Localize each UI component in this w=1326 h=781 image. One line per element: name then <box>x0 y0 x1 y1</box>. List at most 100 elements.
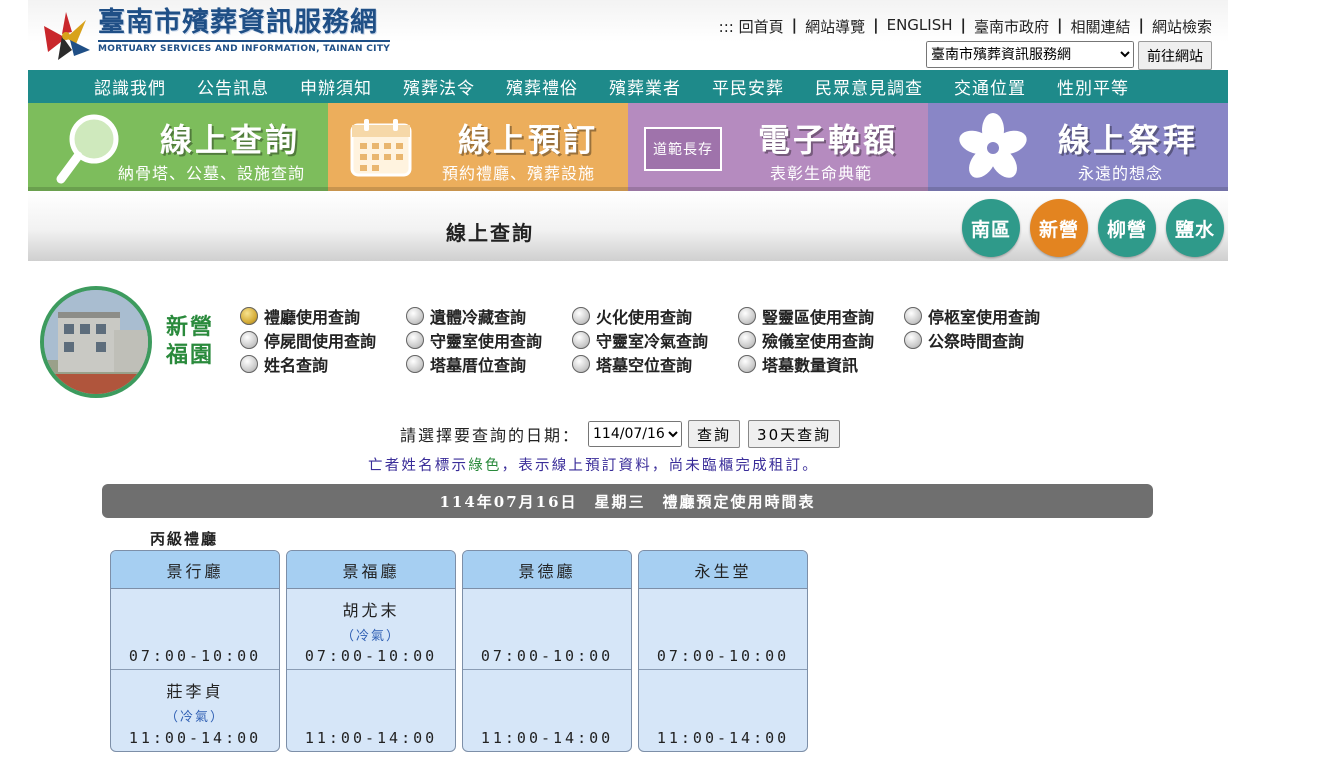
radio-button-icon <box>738 355 756 373</box>
radio-tomb-position[interactable]: 塔墓厝位查詢 <box>406 354 572 375</box>
radio-name-query[interactable]: 姓名查詢 <box>240 354 406 375</box>
hall-grade-label: 丙級禮廳 <box>150 530 219 548</box>
radio-button-icon <box>572 331 590 349</box>
nav-item-laws[interactable]: 殯葬法令 <box>403 74 475 99</box>
top-link-city-gov[interactable]: 臺南市政府 <box>974 16 1049 37</box>
slot-time: 11:00-14:00 <box>304 729 438 747</box>
slot-aircon: （冷氣） <box>340 629 401 644</box>
facility-name: 新營 福園 <box>166 314 220 370</box>
main-nav: 認識我們 公告訊息 申辦須知 殯葬法令 殯葬禮俗 殯葬業者 平民安葬 民眾意見調… <box>28 70 1228 103</box>
slot-time: 11:00-14:00 <box>480 729 614 747</box>
site-logo[interactable]: 臺南市殯葬資訊服務網 MORTUARY SERVICES AND INFORMA… <box>36 6 391 64</box>
notice-text: ，表示線上預訂資料，尚未臨櫃完成租訂。 <box>501 458 819 474</box>
page-shell: 臺南市殯葬資訊服務網 MORTUARY SERVICES AND INFORMA… <box>28 0 1228 261</box>
radio-button-icon <box>738 331 756 349</box>
radio-button-icon <box>904 307 922 325</box>
radio-body-cold-storage[interactable]: 遺體冷藏查詢 <box>406 306 572 327</box>
time-slot: 07:00-10:00 <box>463 589 631 670</box>
top-link-related[interactable]: 相關連結 <box>1070 16 1130 37</box>
hall-card: 景行廳 07:00-10:00 莊李貞 （冷氣） 11:00-14:00 <box>110 550 280 752</box>
radio-label: 豎靈區使用查詢 <box>762 308 875 327</box>
radio-button-icon <box>572 355 590 373</box>
radio-vigil-room-usage[interactable]: 守靈室使用查詢 <box>406 330 572 351</box>
radio-morgue-usage[interactable]: 停屍間使用查詢 <box>240 330 406 351</box>
top-link-search[interactable]: 網站檢索 <box>1152 16 1212 37</box>
tile-online-query[interactable]: 線上查詢 納骨塔、公墓、設施查詢 <box>28 103 328 191</box>
radio-coffin-room-usage[interactable]: 停柩室使用查詢 <box>904 306 1064 327</box>
slot-time: 07:00-10:00 <box>128 647 262 665</box>
nav-item-vendors[interactable]: 殯葬業者 <box>609 74 681 99</box>
plaque-icon: 道範長存 <box>644 127 722 171</box>
top-link-home[interactable]: ::: 回首頁 <box>719 16 784 37</box>
time-slot: 胡尤末 （冷氣） 07:00-10:00 <box>287 589 455 670</box>
tile-online-worship[interactable]: 線上祭拜 永遠的想念 <box>928 103 1228 191</box>
tile-title: 電子輓額 <box>758 121 899 159</box>
site-select[interactable]: 臺南市殯葬資訊服務網 <box>926 41 1134 68</box>
page-title-bar: 線上查詢 南區 新營 柳營 鹽水 <box>28 191 1228 261</box>
region-button-liuying[interactable]: 柳營 <box>1098 199 1156 257</box>
region-button-yanshui[interactable]: 鹽水 <box>1166 199 1224 257</box>
nav-item-traffic[interactable]: 交通位置 <box>954 74 1026 99</box>
nav-item-about[interactable]: 認識我們 <box>94 74 166 99</box>
top-link-separator: | <box>960 16 966 34</box>
notice-text: 亡者姓名標示 <box>368 458 469 474</box>
top-link-english[interactable]: ENGLISH <box>887 16 953 37</box>
tile-subtitle: 永遠的想念 <box>1078 164 1164 183</box>
time-slot: 07:00-10:00 <box>111 589 279 670</box>
hall-card: 景德廳 07:00-10:00 11:00-14:00 <box>462 550 632 752</box>
tile-e-plaque[interactable]: 道範長存 電子輓額 表彰生命典範 <box>628 103 928 191</box>
date-query-label: 請選擇要查詢的日期： <box>400 426 581 445</box>
top-link-separator: | <box>1138 16 1144 34</box>
nav-item-survey[interactable]: 民眾意見調查 <box>815 74 923 99</box>
date-select[interactable]: 114/07/16 <box>588 421 683 447</box>
top-link-separator: | <box>1057 16 1063 34</box>
hall-schedule: 景行廳 07:00-10:00 莊李貞 （冷氣） 11:00-14:00 景福廳… <box>110 550 808 752</box>
tile-subtitle: 表彰生命典範 <box>770 164 873 183</box>
radio-label: 遺體冷藏查詢 <box>430 308 527 327</box>
radio-button-icon <box>406 307 424 325</box>
radio-label: 塔墓空位查詢 <box>596 356 693 375</box>
radio-button-icon <box>406 331 424 349</box>
radio-vigil-room-aircon[interactable]: 守靈室冷氣查詢 <box>572 330 738 351</box>
radio-public-memorial-time[interactable]: 公祭時間查詢 <box>904 330 1064 351</box>
site-header: 臺南市殯葬資訊服務網 MORTUARY SERVICES AND INFORMA… <box>28 0 1228 70</box>
page-title: 線上查詢 <box>446 221 534 245</box>
site-jump: 臺南市殯葬資訊服務網 前往網站 <box>926 41 1212 70</box>
tile-online-booking[interactable]: 線上預訂 預約禮廳、殯葬設施 <box>328 103 628 191</box>
nav-item-gender[interactable]: 性別平等 <box>1057 74 1129 99</box>
facility-name-line2: 福園 <box>166 343 215 368</box>
schedule-title-bar: 114年07月16日 星期三 禮廳預定使用時間表 <box>102 484 1153 518</box>
radio-encoffin-room-usage[interactable]: 殮儀室使用查詢 <box>738 330 904 351</box>
radio-tomb-count[interactable]: 塔墓數量資訊 <box>738 354 904 375</box>
region-button-xinying[interactable]: 新營 <box>1030 199 1088 257</box>
tile-subtitle: 納骨塔、公墓、設施查詢 <box>118 164 306 183</box>
hall-name: 景德廳 <box>463 551 631 589</box>
radio-spirit-area-usage[interactable]: 豎靈區使用查詢 <box>738 306 904 327</box>
time-slot: 莊李貞 （冷氣） 11:00-14:00 <box>111 670 279 751</box>
nav-item-announcements[interactable]: 公告訊息 <box>197 74 269 99</box>
query-30-days-button[interactable]: 30天查詢 <box>748 420 841 448</box>
facility-photo <box>40 286 152 398</box>
radio-button-icon <box>240 331 258 349</box>
radio-button-icon <box>240 307 258 325</box>
radio-button-icon <box>572 307 590 325</box>
top-link-separator: | <box>873 16 879 34</box>
nav-item-application[interactable]: 申辦須知 <box>300 74 372 99</box>
go-site-button[interactable]: 前往網站 <box>1138 41 1212 70</box>
radio-cremation-usage[interactable]: 火化使用查詢 <box>572 306 738 327</box>
time-slot: 11:00-14:00 <box>639 670 807 751</box>
radio-hall-usage[interactable]: 禮廳使用查詢 <box>240 306 406 327</box>
time-slot: 11:00-14:00 <box>287 670 455 751</box>
nav-item-customs[interactable]: 殯葬禮俗 <box>506 74 578 99</box>
top-link-sitemap[interactable]: 網站導覽 <box>805 16 865 37</box>
flower-icon <box>956 111 1030 187</box>
top-link-separator: | <box>791 16 798 34</box>
radio-tomb-vacancy[interactable]: 塔墓空位查詢 <box>572 354 738 375</box>
region-button-south[interactable]: 南區 <box>962 199 1020 257</box>
time-slot: 07:00-10:00 <box>639 589 807 670</box>
radio-button-icon <box>738 307 756 325</box>
slot-time: 11:00-14:00 <box>128 729 262 747</box>
nav-item-civil-burial[interactable]: 平民安葬 <box>712 74 784 99</box>
query-button[interactable]: 查詢 <box>688 420 741 448</box>
radio-label: 公祭時間查詢 <box>928 332 1025 351</box>
